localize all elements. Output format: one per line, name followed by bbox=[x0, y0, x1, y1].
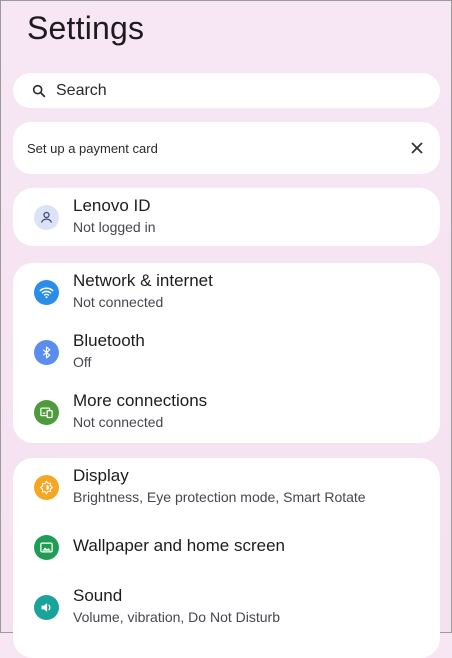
connectivity-card: Network & internet Not connected Bluetoo… bbox=[13, 263, 440, 443]
wifi-icon bbox=[34, 280, 59, 305]
payment-card-text: Set up a payment card bbox=[27, 140, 158, 156]
item-title: Bluetooth bbox=[73, 331, 145, 350]
wallpaper-icon bbox=[34, 535, 59, 560]
settings-item-sound[interactable]: Sound Volume, vibration, Do Not Disturb bbox=[13, 578, 440, 638]
item-subtitle: Brightness, Eye protection mode, Smart R… bbox=[73, 489, 366, 505]
payment-card-suggestion[interactable]: Set up a payment card bbox=[13, 122, 440, 174]
close-icon bbox=[411, 142, 423, 154]
item-title: Network & internet bbox=[73, 271, 213, 290]
item-title: Sound bbox=[73, 586, 123, 605]
settings-item-more-connections[interactable]: More connections Not connected bbox=[13, 383, 440, 443]
item-subtitle: Not connected bbox=[73, 294, 164, 310]
dismiss-button[interactable] bbox=[402, 133, 432, 163]
device-card: Display Brightness, Eye protection mode,… bbox=[13, 458, 440, 658]
item-subtitle: Volume, vibration, Do Not Disturb bbox=[73, 609, 280, 625]
bluetooth-icon bbox=[34, 340, 59, 365]
search-bar[interactable]: Search bbox=[13, 73, 440, 108]
display-icon bbox=[34, 475, 59, 500]
item-title: Display bbox=[73, 466, 129, 485]
sound-icon bbox=[34, 595, 59, 620]
item-subtitle: Off bbox=[73, 354, 92, 370]
item-title: Wallpaper and home screen bbox=[73, 536, 285, 555]
settings-item-display[interactable]: Display Brightness, Eye protection mode,… bbox=[13, 458, 440, 518]
settings-item-network[interactable]: Network & internet Not connected bbox=[13, 263, 440, 323]
settings-item-bluetooth[interactable]: Bluetooth Off bbox=[13, 323, 440, 383]
devices-icon bbox=[34, 400, 59, 425]
item-title: More connections bbox=[73, 391, 208, 410]
item-title: Lenovo ID bbox=[73, 196, 151, 215]
account-card: Lenovo ID Not logged in bbox=[13, 188, 440, 246]
search-label: Search bbox=[56, 81, 107, 99]
account-icon bbox=[34, 205, 59, 230]
page-title: Settings bbox=[27, 10, 145, 46]
settings-item-wallpaper[interactable]: Wallpaper and home screen bbox=[13, 518, 440, 578]
item-subtitle: Not logged in bbox=[73, 219, 156, 235]
item-subtitle: Not connected bbox=[73, 414, 164, 430]
search-icon bbox=[32, 84, 46, 97]
settings-item-lenovo-id[interactable]: Lenovo ID Not logged in bbox=[13, 188, 440, 246]
